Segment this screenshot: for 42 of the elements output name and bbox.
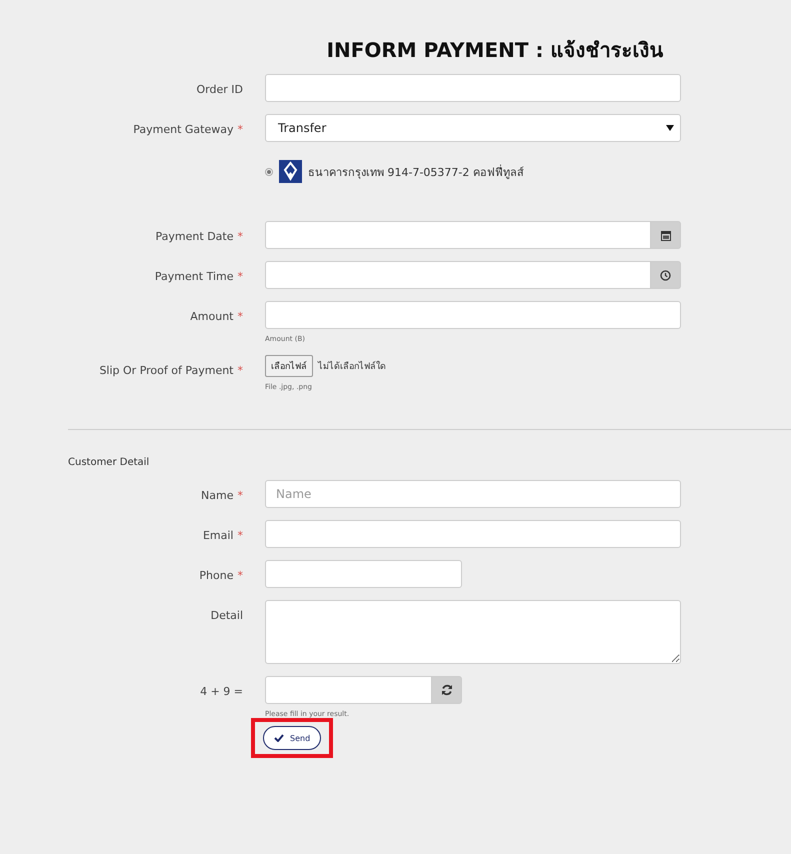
field-label: Detail: [210, 609, 243, 622]
check-icon: [274, 734, 284, 742]
text-field[interactable]: [265, 301, 681, 329]
text-field[interactable]: [265, 560, 462, 588]
field-label: Phone: [199, 569, 234, 582]
required-mark: *: [238, 123, 243, 136]
field-label: Payment Time: [154, 270, 234, 283]
field-label: Payment Date: [156, 230, 234, 243]
leaf-logo-icon: [279, 160, 302, 183]
radio-button[interactable]: [265, 168, 273, 176]
refresh-icon[interactable]: [440, 684, 452, 696]
field-label: Slip Or Proof of Payment: [99, 364, 234, 377]
field-label: 4 + 9 =: [200, 685, 243, 698]
field-label: Amount: [190, 310, 234, 323]
send-button[interactable]: Send: [263, 726, 322, 750]
text-field[interactable]: Name: [265, 480, 681, 508]
required-mark: *: [238, 489, 243, 502]
text-field[interactable]: [265, 74, 681, 102]
choose-file-button[interactable]: เลือกไฟล์: [265, 355, 313, 377]
required-mark: *: [238, 270, 243, 283]
file-status: ไม่ได้เลือกไฟล์ใด: [318, 360, 386, 373]
field-label: Email: [202, 529, 234, 542]
required-mark: *: [238, 364, 243, 377]
bank-account-text: ธนาคารกรุงเทพ 914-7-05377-2 คอฟฟี่ทูลส์: [308, 164, 524, 180]
answer-field[interactable]: [265, 676, 432, 704]
date-field[interactable]: [265, 221, 651, 249]
page-title: INFORM PAYMENT : แจ้งชำระเงิน: [326, 37, 664, 62]
calendar-icon[interactable]: [660, 230, 670, 240]
required-mark: *: [238, 569, 243, 582]
dropdown[interactable]: Transfer: [265, 114, 681, 142]
caret-icon: [666, 125, 674, 131]
clock-icon[interactable]: [660, 270, 671, 280]
field-label: Payment Gateway: [133, 123, 234, 136]
time-field[interactable]: [265, 261, 651, 289]
section-title: Customer Detail: [68, 457, 150, 468]
required-mark: *: [238, 310, 243, 323]
required-mark: *: [238, 230, 243, 243]
required-mark: *: [238, 529, 243, 542]
field-label: Name: [201, 489, 234, 502]
text-area[interactable]: [265, 600, 681, 664]
field-label: Order ID: [196, 83, 243, 96]
text-field[interactable]: [265, 520, 681, 548]
